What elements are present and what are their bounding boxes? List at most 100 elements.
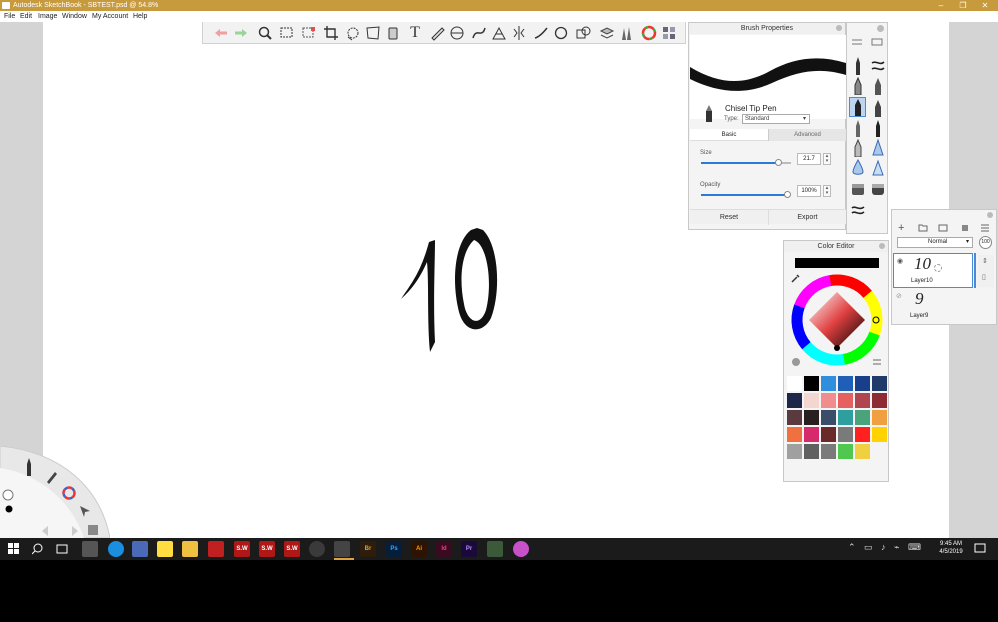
- notifications-icon[interactable]: [974, 543, 986, 555]
- water-drop-icon[interactable]: [851, 159, 865, 177]
- trash-icon[interactable]: ▯: [982, 273, 986, 281]
- color-swatch[interactable]: [872, 427, 887, 442]
- color-swatch[interactable]: [855, 410, 870, 425]
- color-swatch[interactable]: [838, 427, 853, 442]
- opacity-slider-handle[interactable]: [784, 191, 791, 198]
- color-swatch[interactable]: [872, 393, 887, 408]
- crop-icon[interactable]: [323, 25, 339, 41]
- close-button[interactable]: ✕: [974, 0, 996, 11]
- task-view-icon[interactable]: [56, 543, 68, 555]
- color-swatch[interactable]: [821, 393, 836, 408]
- color-swatch[interactable]: [787, 427, 802, 442]
- color-swatch[interactable]: [821, 444, 836, 459]
- menu-my-account[interactable]: My Account: [92, 11, 128, 22]
- copic-icon[interactable]: [661, 25, 677, 41]
- color-swatch[interactable]: [838, 410, 853, 425]
- smear-brush-icon[interactable]: [871, 57, 885, 75]
- pencil-brush-icon[interactable]: [851, 57, 865, 75]
- restore-button[interactable]: ❐: [952, 0, 974, 11]
- color-swatch[interactable]: [787, 410, 802, 425]
- text-icon[interactable]: T: [407, 25, 423, 41]
- clock[interactable]: 9:45 AM 4/5/2019: [934, 540, 968, 556]
- color-swatch[interactable]: [855, 376, 870, 391]
- color-wheel-icon[interactable]: [641, 25, 657, 41]
- lasso-icon[interactable]: [345, 25, 361, 41]
- hard-eraser-icon[interactable]: [871, 181, 885, 197]
- menu-window[interactable]: Window: [62, 11, 87, 22]
- premiere-icon[interactable]: Pr: [461, 541, 477, 557]
- technical-pen-icon[interactable]: [871, 77, 885, 95]
- size-value-field[interactable]: 21.7: [797, 153, 821, 165]
- close-panel-icon[interactable]: [836, 25, 842, 31]
- menu-file[interactable]: File: [4, 11, 15, 22]
- redo-icon[interactable]: [233, 25, 249, 41]
- eye-hidden-icon[interactable]: ⊘: [896, 292, 902, 300]
- move-icon[interactable]: ⇕: [982, 257, 988, 265]
- color-swatch[interactable]: [804, 393, 819, 408]
- crop-select-icon[interactable]: [301, 25, 317, 41]
- color-swatch[interactable]: [838, 444, 853, 459]
- color-swatch[interactable]: [855, 427, 870, 442]
- felt-pen-icon[interactable]: [871, 99, 885, 117]
- calculator-icon[interactable]: [82, 541, 98, 557]
- copic-library-icon[interactable]: [791, 357, 801, 367]
- ellipse-guide-icon[interactable]: [449, 25, 465, 41]
- puck-icon[interactable]: [2, 489, 14, 501]
- color-swatch[interactable]: [804, 376, 819, 391]
- image-layer-icon[interactable]: [938, 224, 948, 232]
- tab-advanced[interactable]: Advanced: [768, 129, 846, 141]
- system-tray[interactable]: ⌃ ▭ ♪ ⌁ ⌨: [848, 542, 924, 553]
- color-swatch[interactable]: [821, 427, 836, 442]
- layer-lock-icon[interactable]: [934, 264, 942, 272]
- reset-button[interactable]: Reset: [690, 210, 768, 225]
- blue-cone-icon[interactable]: [871, 139, 885, 157]
- distort-icon[interactable]: [365, 25, 381, 41]
- ruler-icon[interactable]: [429, 25, 445, 41]
- close-panel-icon[interactable]: [987, 212, 993, 218]
- photos-icon[interactable]: [132, 541, 148, 557]
- triangle-brush-icon[interactable]: [871, 159, 885, 177]
- copy-icon[interactable]: [575, 25, 591, 41]
- select-icon[interactable]: [279, 25, 295, 41]
- undo-redo-icon[interactable]: [40, 524, 80, 538]
- pdf-file-icon[interactable]: S.W: [284, 541, 300, 557]
- marker-icon[interactable]: [851, 119, 865, 137]
- menu-image[interactable]: Image: [38, 11, 57, 22]
- chisel-pen-selected[interactable]: [849, 97, 866, 117]
- color-swatch[interactable]: [804, 427, 819, 442]
- size-slider-track[interactable]: [701, 162, 779, 164]
- color-swatch[interactable]: [821, 410, 836, 425]
- skype-icon[interactable]: [108, 541, 124, 557]
- menu-edit[interactable]: Edit: [20, 11, 32, 22]
- color-wheel[interactable]: [790, 273, 884, 367]
- bucket-icon[interactable]: [385, 25, 401, 41]
- pen-icon[interactable]: [45, 470, 59, 484]
- photoshop-icon[interactable]: Ps: [386, 541, 402, 557]
- color-swatch[interactable]: [821, 376, 836, 391]
- layer-stack-icon[interactable]: [86, 522, 100, 536]
- app-icon[interactable]: [487, 541, 503, 557]
- chrome-icon[interactable]: [309, 541, 325, 557]
- smudge-icon[interactable]: [851, 203, 865, 217]
- undo-icon[interactable]: [213, 25, 229, 41]
- pdf-file-icon[interactable]: S.W: [259, 541, 275, 557]
- color-swatch[interactable]: [855, 393, 870, 408]
- opacity-stepper[interactable]: ▴ ▾: [823, 185, 831, 197]
- brush-library-icon[interactable]: [619, 25, 635, 41]
- color-puck-icon[interactable]: [62, 486, 76, 500]
- curve-ruler-icon[interactable]: [471, 25, 487, 41]
- itunes-icon[interactable]: [513, 541, 529, 557]
- color-swatch[interactable]: [838, 393, 853, 408]
- bridge-icon[interactable]: Br: [360, 541, 376, 557]
- export-button[interactable]: Export: [768, 210, 846, 225]
- eraser-icon[interactable]: [851, 181, 865, 197]
- size-slider-handle[interactable]: [775, 159, 782, 166]
- layer-icon[interactable]: [599, 25, 615, 41]
- search-icon[interactable]: [32, 543, 44, 555]
- minimize-button[interactable]: –: [930, 0, 952, 11]
- color-swatch[interactable]: [787, 444, 802, 459]
- color-swatch[interactable]: [872, 376, 887, 391]
- stroke-icon[interactable]: [533, 25, 549, 41]
- symmetry-icon[interactable]: [511, 25, 527, 41]
- layer-opacity-dial[interactable]: 100: [979, 236, 992, 249]
